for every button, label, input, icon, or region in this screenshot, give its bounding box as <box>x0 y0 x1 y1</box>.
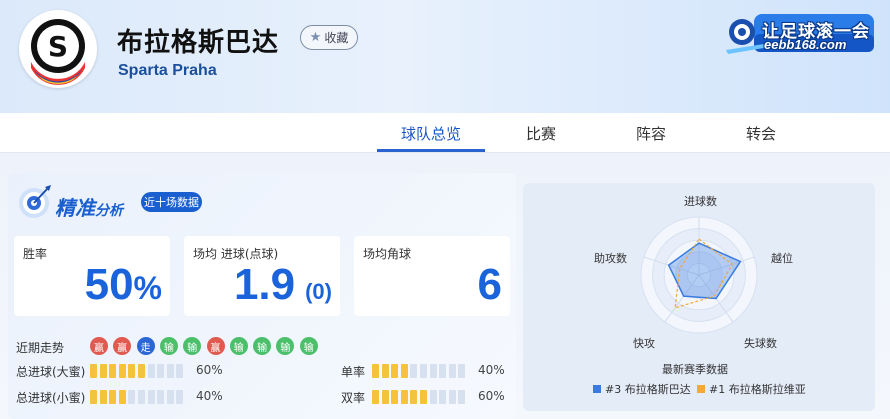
star-icon: ★ <box>309 30 322 45</box>
analysis-title-sub: 分析 <box>95 203 123 219</box>
metric-bar-segment <box>410 364 418 378</box>
metric-bar-segment <box>118 364 126 378</box>
metric-bar-segment <box>448 364 456 378</box>
legend-swatch-slavia <box>697 385 705 393</box>
metric-bar-segment <box>166 390 174 404</box>
metric-bar-segment <box>147 390 155 404</box>
metric-bar-segment <box>128 390 136 404</box>
metric-bar-segment <box>381 364 389 378</box>
metric-bar-segment <box>448 390 456 404</box>
win-rate-value: 50% <box>84 260 162 309</box>
analysis-title: 精准分析 <box>55 192 123 221</box>
metric-bar-segment <box>128 364 136 378</box>
form-result-badge: 输 <box>299 337 318 355</box>
avg-corners-label: 场均角球 <box>363 247 412 261</box>
radar-axis-goals: 进球数 <box>684 195 717 208</box>
metric-label-odd: 单率 <box>341 365 366 379</box>
metric-bar-segment <box>439 390 447 404</box>
metric-bar-segment <box>420 364 427 378</box>
avg-corners-value: 6 <box>477 260 502 309</box>
avg-goals-card: 场均 进球(点球) 1.9 (0) <box>184 236 340 316</box>
metric-bar-segment <box>157 390 165 404</box>
metric-bar-segment <box>429 390 437 404</box>
metric-bar-segment <box>458 390 466 404</box>
tab-overview[interactable]: 球队总览 <box>376 123 486 144</box>
metric-bar-segment <box>90 364 97 378</box>
team-name-cn: 布拉格斯巴达 <box>117 28 280 58</box>
tab-transfers[interactable]: 转会 <box>706 123 816 144</box>
form-result-badge: 输 <box>159 337 178 355</box>
metric-bar-segment <box>90 390 97 404</box>
metric-label-over: 总进球(大蜜) <box>16 365 86 379</box>
metric-bar-segment <box>147 364 155 378</box>
team-nav: 球队总览 比赛 阵容 转会 <box>0 113 890 153</box>
win-rate-card: 胜率 50% <box>14 236 170 316</box>
metric-bar-segment <box>138 364 145 378</box>
brand-domain: eebb168.com <box>764 37 847 52</box>
active-tab-indicator <box>377 149 485 152</box>
metric-pct-odd: 40% <box>478 363 505 377</box>
metric-bar-segment <box>176 390 184 404</box>
radar-axis-assists: 助攻数 <box>594 252 627 265</box>
legend-label-sparta: #3 布拉格斯巴达 <box>605 383 691 396</box>
radar-axis-offside: 越位 <box>771 252 793 265</box>
form-result-badge: 赢 <box>206 337 225 355</box>
metric-bar-segment <box>458 364 466 378</box>
metric-pct-even: 60% <box>478 389 505 403</box>
form-result-badge: 走 <box>136 337 155 355</box>
metric-bar-segment <box>381 390 389 404</box>
avg-corners-card: 场均角球 6 <box>354 236 510 316</box>
metric-bar-segment <box>439 364 447 378</box>
metric-bar-segment <box>109 364 117 378</box>
win-rate-label: 胜率 <box>23 247 48 261</box>
metric-bar-segment <box>420 390 427 404</box>
tab-matches[interactable]: 比赛 <box>486 123 596 144</box>
metric-bar-segment <box>176 364 184 378</box>
tab-squad[interactable]: 阵容 <box>596 123 706 144</box>
recent-form-label: 近期走势 <box>16 341 65 355</box>
team-header: S 布拉格斯巴达 Sparta Praha ★ 收藏 让足球滚一会 eebb16… <box>0 0 890 113</box>
metric-label-even: 双率 <box>341 391 366 405</box>
form-result-badge: 输 <box>253 337 272 355</box>
radar-axis-counter: 快攻 <box>633 337 655 350</box>
favorite-label: 收藏 <box>324 31 349 45</box>
legend-item-slavia[interactable]: #1 布拉格斯拉维亚 <box>697 381 806 397</box>
metric-bar-segment <box>429 364 437 378</box>
form-result-badge: 赢 <box>90 337 108 355</box>
metric-bar-segment <box>118 390 126 404</box>
target-icon <box>19 185 51 218</box>
metric-bar-segment <box>157 364 165 378</box>
legend-swatch-sparta <box>593 385 601 393</box>
favorite-button[interactable]: ★ 收藏 <box>300 25 358 50</box>
avg-goals-value: 1.9 (0) <box>233 260 332 309</box>
recent-matches-badge: 近十场数据 <box>141 192 202 212</box>
brand-logo[interactable]: 让足球滚一会 eebb168.com <box>724 10 876 56</box>
metric-label-under: 总进球(小蜜) <box>16 391 86 405</box>
metric-bar-segment <box>391 364 399 378</box>
metric-bar-segment <box>400 364 408 378</box>
metric-bar-segment <box>99 364 107 378</box>
metric-pct-over: 60% <box>196 363 223 377</box>
metric-bar-segment <box>400 390 408 404</box>
analysis-title-main: 精准 <box>55 196 95 220</box>
metric-bar-segment <box>109 390 117 404</box>
logo-letter: S <box>48 30 68 63</box>
metric-bar-segment <box>166 364 174 378</box>
metric-bar-segment <box>391 390 399 404</box>
metric-pct-under: 40% <box>196 389 223 403</box>
team-logo: S <box>19 10 97 88</box>
radar-axis-conceded: 失球数 <box>744 337 777 350</box>
metric-bar-segment <box>372 390 379 404</box>
metric-bar-segment <box>138 390 145 404</box>
form-result-badge: 输 <box>229 337 248 355</box>
metric-bar-segment <box>410 390 418 404</box>
legend-item-sparta[interactable]: #3 布拉格斯巴达 <box>593 381 691 397</box>
metric-bar-segment <box>372 364 379 378</box>
radar-legend-title: 最新赛季数据 <box>662 363 728 376</box>
legend-label-slavia: #1 布拉格斯拉维亚 <box>709 383 806 396</box>
team-name-en: Sparta Praha <box>118 62 217 79</box>
metric-bar-segment <box>99 390 107 404</box>
